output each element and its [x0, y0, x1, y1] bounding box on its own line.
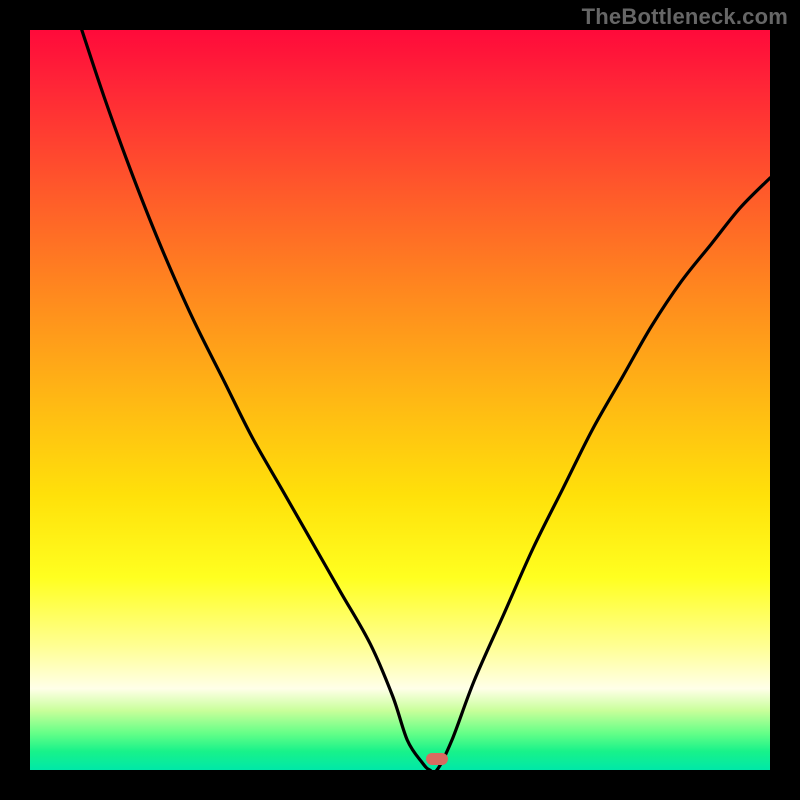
plot-area	[30, 30, 770, 770]
watermark-text: TheBottleneck.com	[582, 4, 788, 30]
chart-frame: TheBottleneck.com	[0, 0, 800, 800]
minimum-marker	[426, 753, 448, 765]
bottleneck-curve	[30, 30, 770, 770]
curve-path	[82, 30, 770, 770]
